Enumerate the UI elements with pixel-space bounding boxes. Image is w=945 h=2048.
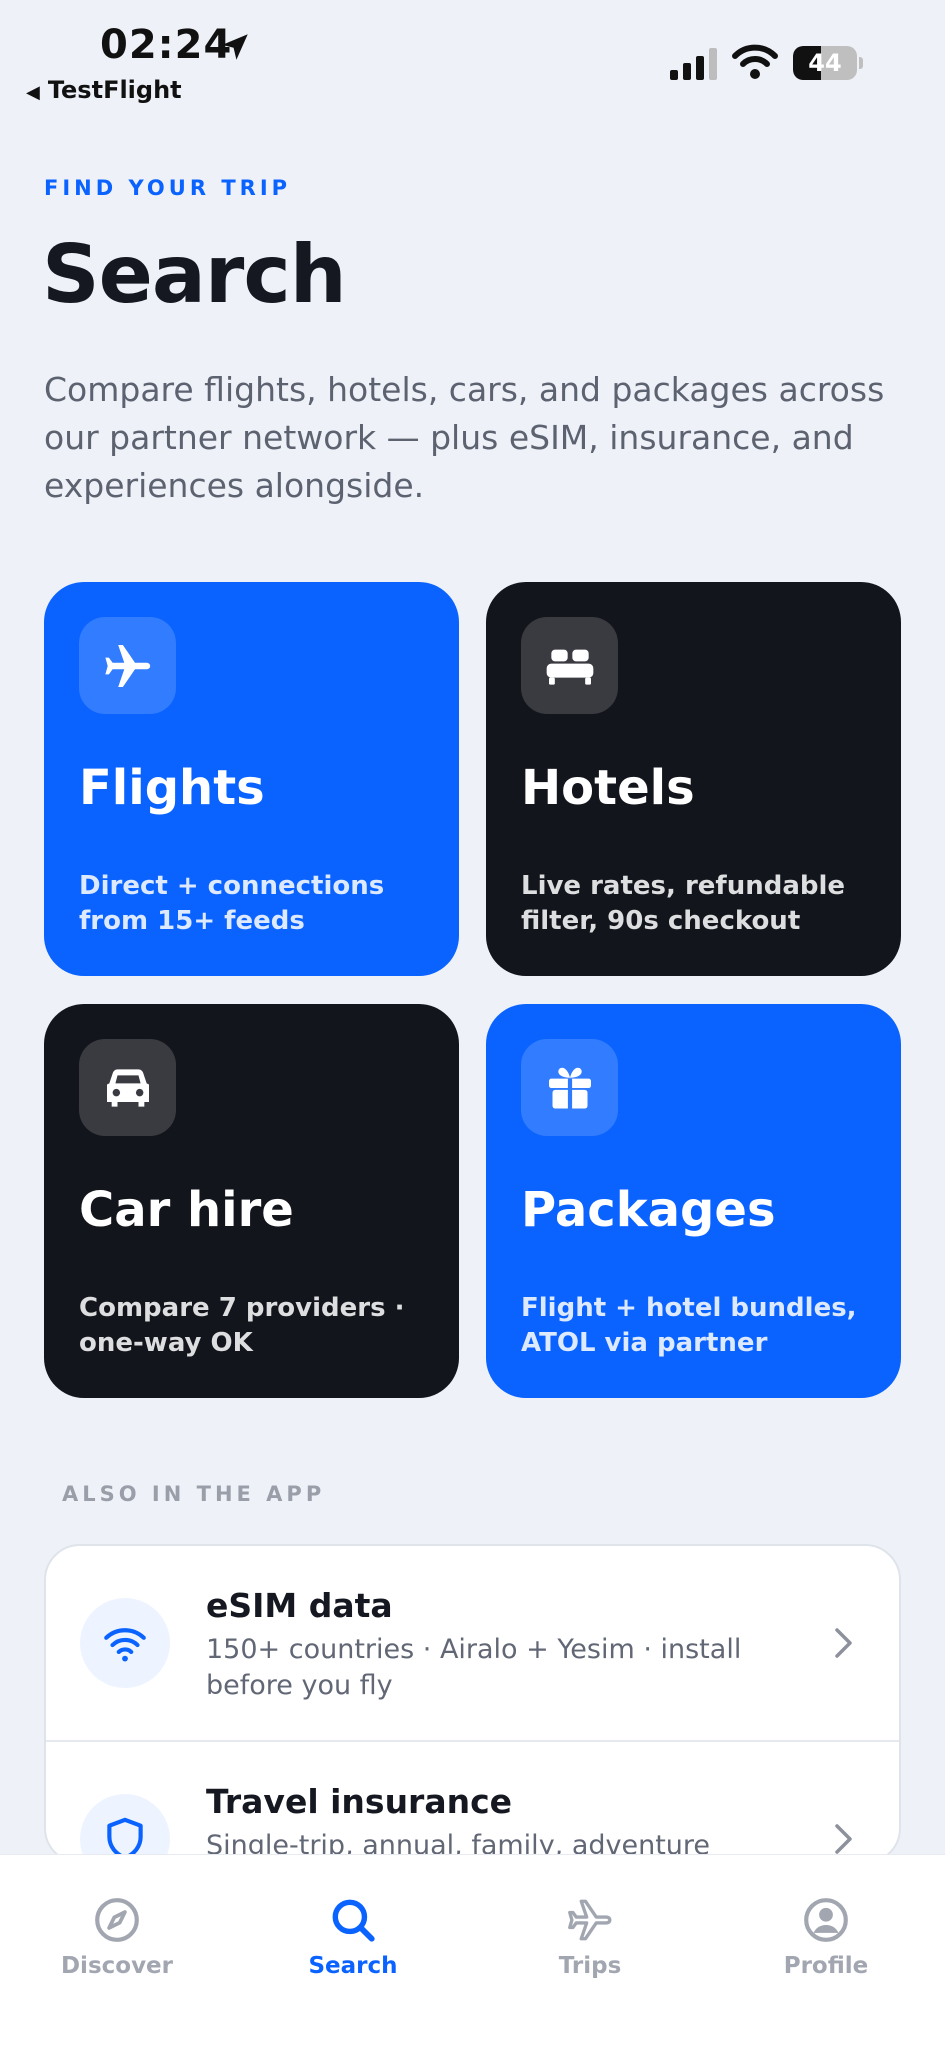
- card-title: Flights: [79, 760, 265, 816]
- compass-icon: [95, 1898, 139, 1942]
- list-item-title: Travel insurance: [206, 1782, 513, 1821]
- tab-label: Trips: [558, 1953, 622, 1979]
- card-title: Car hire: [79, 1182, 294, 1238]
- tab-label: Profile: [783, 1953, 869, 1979]
- user-icon: [804, 1898, 848, 1942]
- tab-trips[interactable]: Trips: [500, 1895, 680, 1979]
- card-description: Flight + hotel bundles, ATOL via partner: [521, 1293, 857, 1358]
- wifi-icon: [80, 1598, 170, 1688]
- card-description: Live rates, refundable filter, 90s check…: [521, 871, 846, 936]
- battery-indicator: 44: [793, 46, 863, 80]
- card-packages[interactable]: Packages Flight + hotel bundles, ATOL vi…: [486, 1004, 901, 1398]
- back-to-testflight[interactable]: ◀ TestFlight: [26, 76, 182, 104]
- card-flights[interactable]: Flights Direct + connections from 15+ fe…: [44, 582, 459, 976]
- search-icon: [332, 1899, 375, 1942]
- list-item-travel-insurance[interactable]: Travel insurance Single-trip, annual, fa…: [46, 1740, 899, 1862]
- page-subtitle: Compare flights, hotels, cars, and packa…: [44, 370, 885, 505]
- bottom-tab-bar: Discover Search Trips Profile: [0, 1854, 945, 2048]
- card-car-hire[interactable]: Car hire Compare 7 providers · one-way O…: [44, 1004, 459, 1398]
- tab-discover[interactable]: Discover: [27, 1895, 207, 1979]
- page-title: Search: [42, 228, 347, 321]
- list-item-description: 150+ countries · Airalo + Yesim · instal…: [206, 1634, 742, 1701]
- tab-label: Search: [308, 1953, 398, 1979]
- airplane-icon: [79, 617, 176, 714]
- back-triangle-icon: ◀: [26, 82, 40, 103]
- back-app-label: TestFlight: [47, 76, 182, 104]
- list-item-esim[interactable]: eSIM data 150+ countries · Airalo + Yesi…: [46, 1546, 899, 1740]
- wifi-status-icon: [732, 44, 778, 79]
- chevron-right-icon: [835, 1628, 852, 1658]
- also-in-app-list: eSIM data 150+ countries · Airalo + Yesi…: [44, 1544, 901, 1864]
- list-item-title: eSIM data: [206, 1586, 393, 1625]
- gift-icon: [521, 1039, 618, 1136]
- card-title: Hotels: [521, 760, 695, 816]
- card-description: Compare 7 providers · one-way OK: [79, 1293, 405, 1358]
- chevron-right-icon: [835, 1824, 852, 1854]
- card-title: Packages: [521, 1182, 776, 1238]
- location-arrow-icon: [222, 34, 248, 60]
- section-label-also-in-app: ALSO IN THE APP: [62, 1482, 326, 1506]
- cellular-signal-icon: [670, 48, 717, 80]
- tab-label: Discover: [60, 1953, 174, 1979]
- airplane-icon: [568, 1899, 612, 1941]
- tab-profile[interactable]: Profile: [736, 1895, 916, 1979]
- tab-search[interactable]: Search: [263, 1895, 443, 1979]
- battery-level: 44: [808, 49, 842, 77]
- card-description: Direct + connections from 15+ feeds: [79, 871, 385, 936]
- status-time: 02:24: [100, 22, 233, 68]
- eyebrow-label: FIND YOUR TRIP: [44, 176, 292, 200]
- bed-icon: [521, 617, 618, 714]
- status-bar: 02:24 ◀ TestFlight 44: [0, 0, 945, 110]
- car-icon: [79, 1039, 176, 1136]
- card-hotels[interactable]: Hotels Live rates, refundable filter, 90…: [486, 582, 901, 976]
